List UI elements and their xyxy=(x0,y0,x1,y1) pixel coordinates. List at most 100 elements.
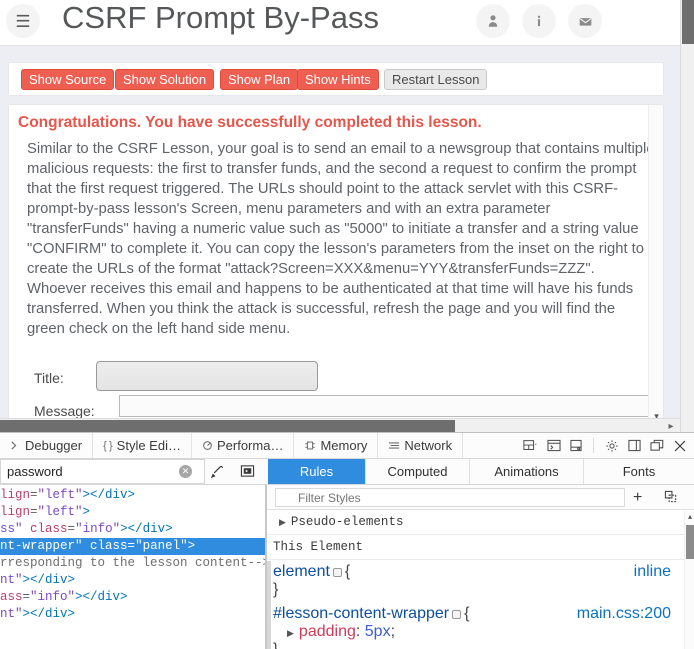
tab-debugger[interactable]: Debugger xyxy=(0,433,94,458)
markup-line[interactable]: nt"></div> xyxy=(0,572,265,589)
user-lock-icon[interactable] xyxy=(476,4,510,38)
tab-computed[interactable]: Computed xyxy=(366,459,470,484)
markup-token: rresponding to the lesson content--> xyxy=(0,556,265,570)
restart-lesson-button[interactable]: Restart Lesson xyxy=(384,69,488,90)
info-icon[interactable] xyxy=(522,4,556,38)
open-brace: { xyxy=(464,605,470,622)
tab-style-editor[interactable]: { } Style Edi… xyxy=(93,433,192,458)
braces-icon: { } xyxy=(103,439,113,452)
settings-gear-icon[interactable] xyxy=(605,439,619,453)
lesson-content-wrapper: Congratulations. You have successfully c… xyxy=(8,104,664,424)
markup-token: = xyxy=(30,488,38,502)
lesson-buttons-panel: Show Source Show Solution Show Plan Show… xyxy=(8,62,664,96)
clear-circle-icon[interactable]: ✕ xyxy=(179,465,192,478)
declaration-property[interactable]: padding xyxy=(299,623,356,640)
markup-line[interactable]: nt-wrapper" class="panel"> xyxy=(0,538,265,555)
declaration-row[interactable]: ▶ padding: 5px; xyxy=(273,623,679,641)
html-markup-view[interactable]: lign="left"></div> lign="left"> ss" class=… xyxy=(0,485,265,649)
tab-performance[interactable]: Performa… xyxy=(192,433,295,458)
markup-token: "info" xyxy=(75,522,121,536)
rule-block-lesson-content-wrapper: #lesson-content-wrapper { main.css:200 ▶ p… xyxy=(267,605,679,649)
markup-token: = xyxy=(67,522,76,536)
tab-animations[interactable]: Animations xyxy=(470,459,584,484)
responsive-design-mode-icon[interactable] xyxy=(570,439,582,452)
markup-token: ass xyxy=(0,590,23,604)
markup-token xyxy=(23,522,31,536)
markup-token: "info" xyxy=(30,590,76,604)
devtools-secondary-toolbar: ✕ Rules Computed Animations Fonts xyxy=(0,459,694,485)
rule-selector[interactable]: #lesson-content-wrapper xyxy=(273,605,449,622)
pseudo-class-icon[interactable] xyxy=(664,490,678,509)
markup-token: = xyxy=(22,590,31,604)
scroll-up-arrow-icon[interactable]: ▴ xyxy=(685,511,694,523)
rule-source-link[interactable]: main.css:200 xyxy=(577,605,671,623)
markup-token: > xyxy=(82,505,91,519)
rules-scrollbar-thumb[interactable] xyxy=(686,525,694,559)
highlight-box-icon[interactable] xyxy=(332,568,342,577)
page-vertical-scrollbar-thumb[interactable] xyxy=(682,0,694,44)
lesson-content-scrollbar[interactable]: ▾ xyxy=(648,105,663,423)
pseudo-elements-row[interactable]: ▶ Pseudo-elements xyxy=(267,511,694,535)
semicolon: ; xyxy=(390,623,396,640)
filter-styles-input[interactable] xyxy=(275,488,625,507)
colon: : xyxy=(355,623,365,640)
markup-line[interactable]: ss" class="info"></div> xyxy=(0,521,265,538)
dock-to-side-icon[interactable] xyxy=(628,439,641,452)
rule-source-link[interactable]: inline xyxy=(634,563,671,581)
markup-token: ></div> xyxy=(82,488,136,502)
message-input[interactable] xyxy=(119,395,659,417)
tab-network[interactable]: Network xyxy=(378,433,464,458)
screenshot-node-icon[interactable] xyxy=(240,464,255,483)
markup-token: "panel" xyxy=(135,539,188,553)
page-horizontal-scrollbar-thumb[interactable] xyxy=(0,420,455,432)
markup-token: class xyxy=(90,539,128,553)
tab-fonts[interactable]: Fonts xyxy=(584,459,694,484)
markup-line[interactable]: ass="info"></div> xyxy=(0,589,265,606)
rule-selector-line: #lesson-content-wrapper { main.css:200 xyxy=(273,605,679,623)
debugger-icon xyxy=(10,440,21,451)
pick-element-icon[interactable] xyxy=(210,464,225,484)
declaration-value[interactable]: 5px xyxy=(365,623,391,640)
show-hints-button[interactable]: Show Hints xyxy=(297,69,379,90)
performance-icon xyxy=(202,440,213,451)
markup-token: nt" xyxy=(0,607,23,621)
page-vertical-scrollbar[interactable] xyxy=(680,0,694,432)
plus-icon[interactable]: + xyxy=(633,489,642,506)
message-label: Message: xyxy=(34,403,95,419)
markup-token: lign xyxy=(0,488,31,502)
markup-token: class xyxy=(30,522,68,536)
show-solution-button[interactable]: Show Solution xyxy=(115,69,215,90)
title-label: Title: xyxy=(34,370,64,386)
tab-performance-label: Performa… xyxy=(216,438,284,453)
network-icon xyxy=(388,440,400,451)
expand-triangle-icon[interactable]: ▶ xyxy=(287,628,294,638)
scroll-right-arrow-icon[interactable]: ▸ xyxy=(664,419,678,432)
markup-line[interactable]: lign="left"> xyxy=(0,504,265,521)
console-drawer-icon[interactable] xyxy=(547,439,561,452)
tab-rules[interactable]: Rules xyxy=(268,459,366,484)
rule-block-element: element { inline } xyxy=(267,563,679,599)
close-icon[interactable] xyxy=(673,439,687,453)
rule-selector[interactable]: element xyxy=(273,563,330,580)
chevron-right-icon[interactable]: ▶ xyxy=(279,518,286,528)
browser-page-viewport: ☰ CSRF Prompt By-Pass Show Source Show S… xyxy=(0,0,694,432)
search-input[interactable] xyxy=(0,459,205,484)
show-plan-button[interactable]: Show Plan xyxy=(220,69,299,90)
css-rules-view: + ▶ Pseudo-elements This Element element {… xyxy=(267,485,694,649)
hamburger-icon[interactable]: ☰ xyxy=(6,4,40,38)
rules-vertical-scrollbar[interactable]: ▴ xyxy=(684,511,694,649)
devtools-tool-icons xyxy=(519,433,694,458)
envelope-icon[interactable] xyxy=(568,4,602,38)
markup-line[interactable]: lign="left"></div> xyxy=(0,487,265,504)
markup-line[interactable]: nt"></div> xyxy=(0,606,265,623)
title-input[interactable] xyxy=(96,361,318,391)
markup-line[interactable]: rresponding to the lesson content--> xyxy=(0,555,265,572)
split-console-layout-icon[interactable] xyxy=(523,439,538,452)
show-source-button[interactable]: Show Source xyxy=(21,69,115,90)
separate-window-icon[interactable] xyxy=(650,439,664,452)
markup-token: nt-wrapper" xyxy=(0,539,83,553)
tab-memory[interactable]: Memory xyxy=(294,433,379,458)
toolbar-divider xyxy=(593,438,594,453)
highlight-box-icon[interactable] xyxy=(452,610,462,619)
page-horizontal-scrollbar[interactable]: ▸ xyxy=(0,418,680,432)
